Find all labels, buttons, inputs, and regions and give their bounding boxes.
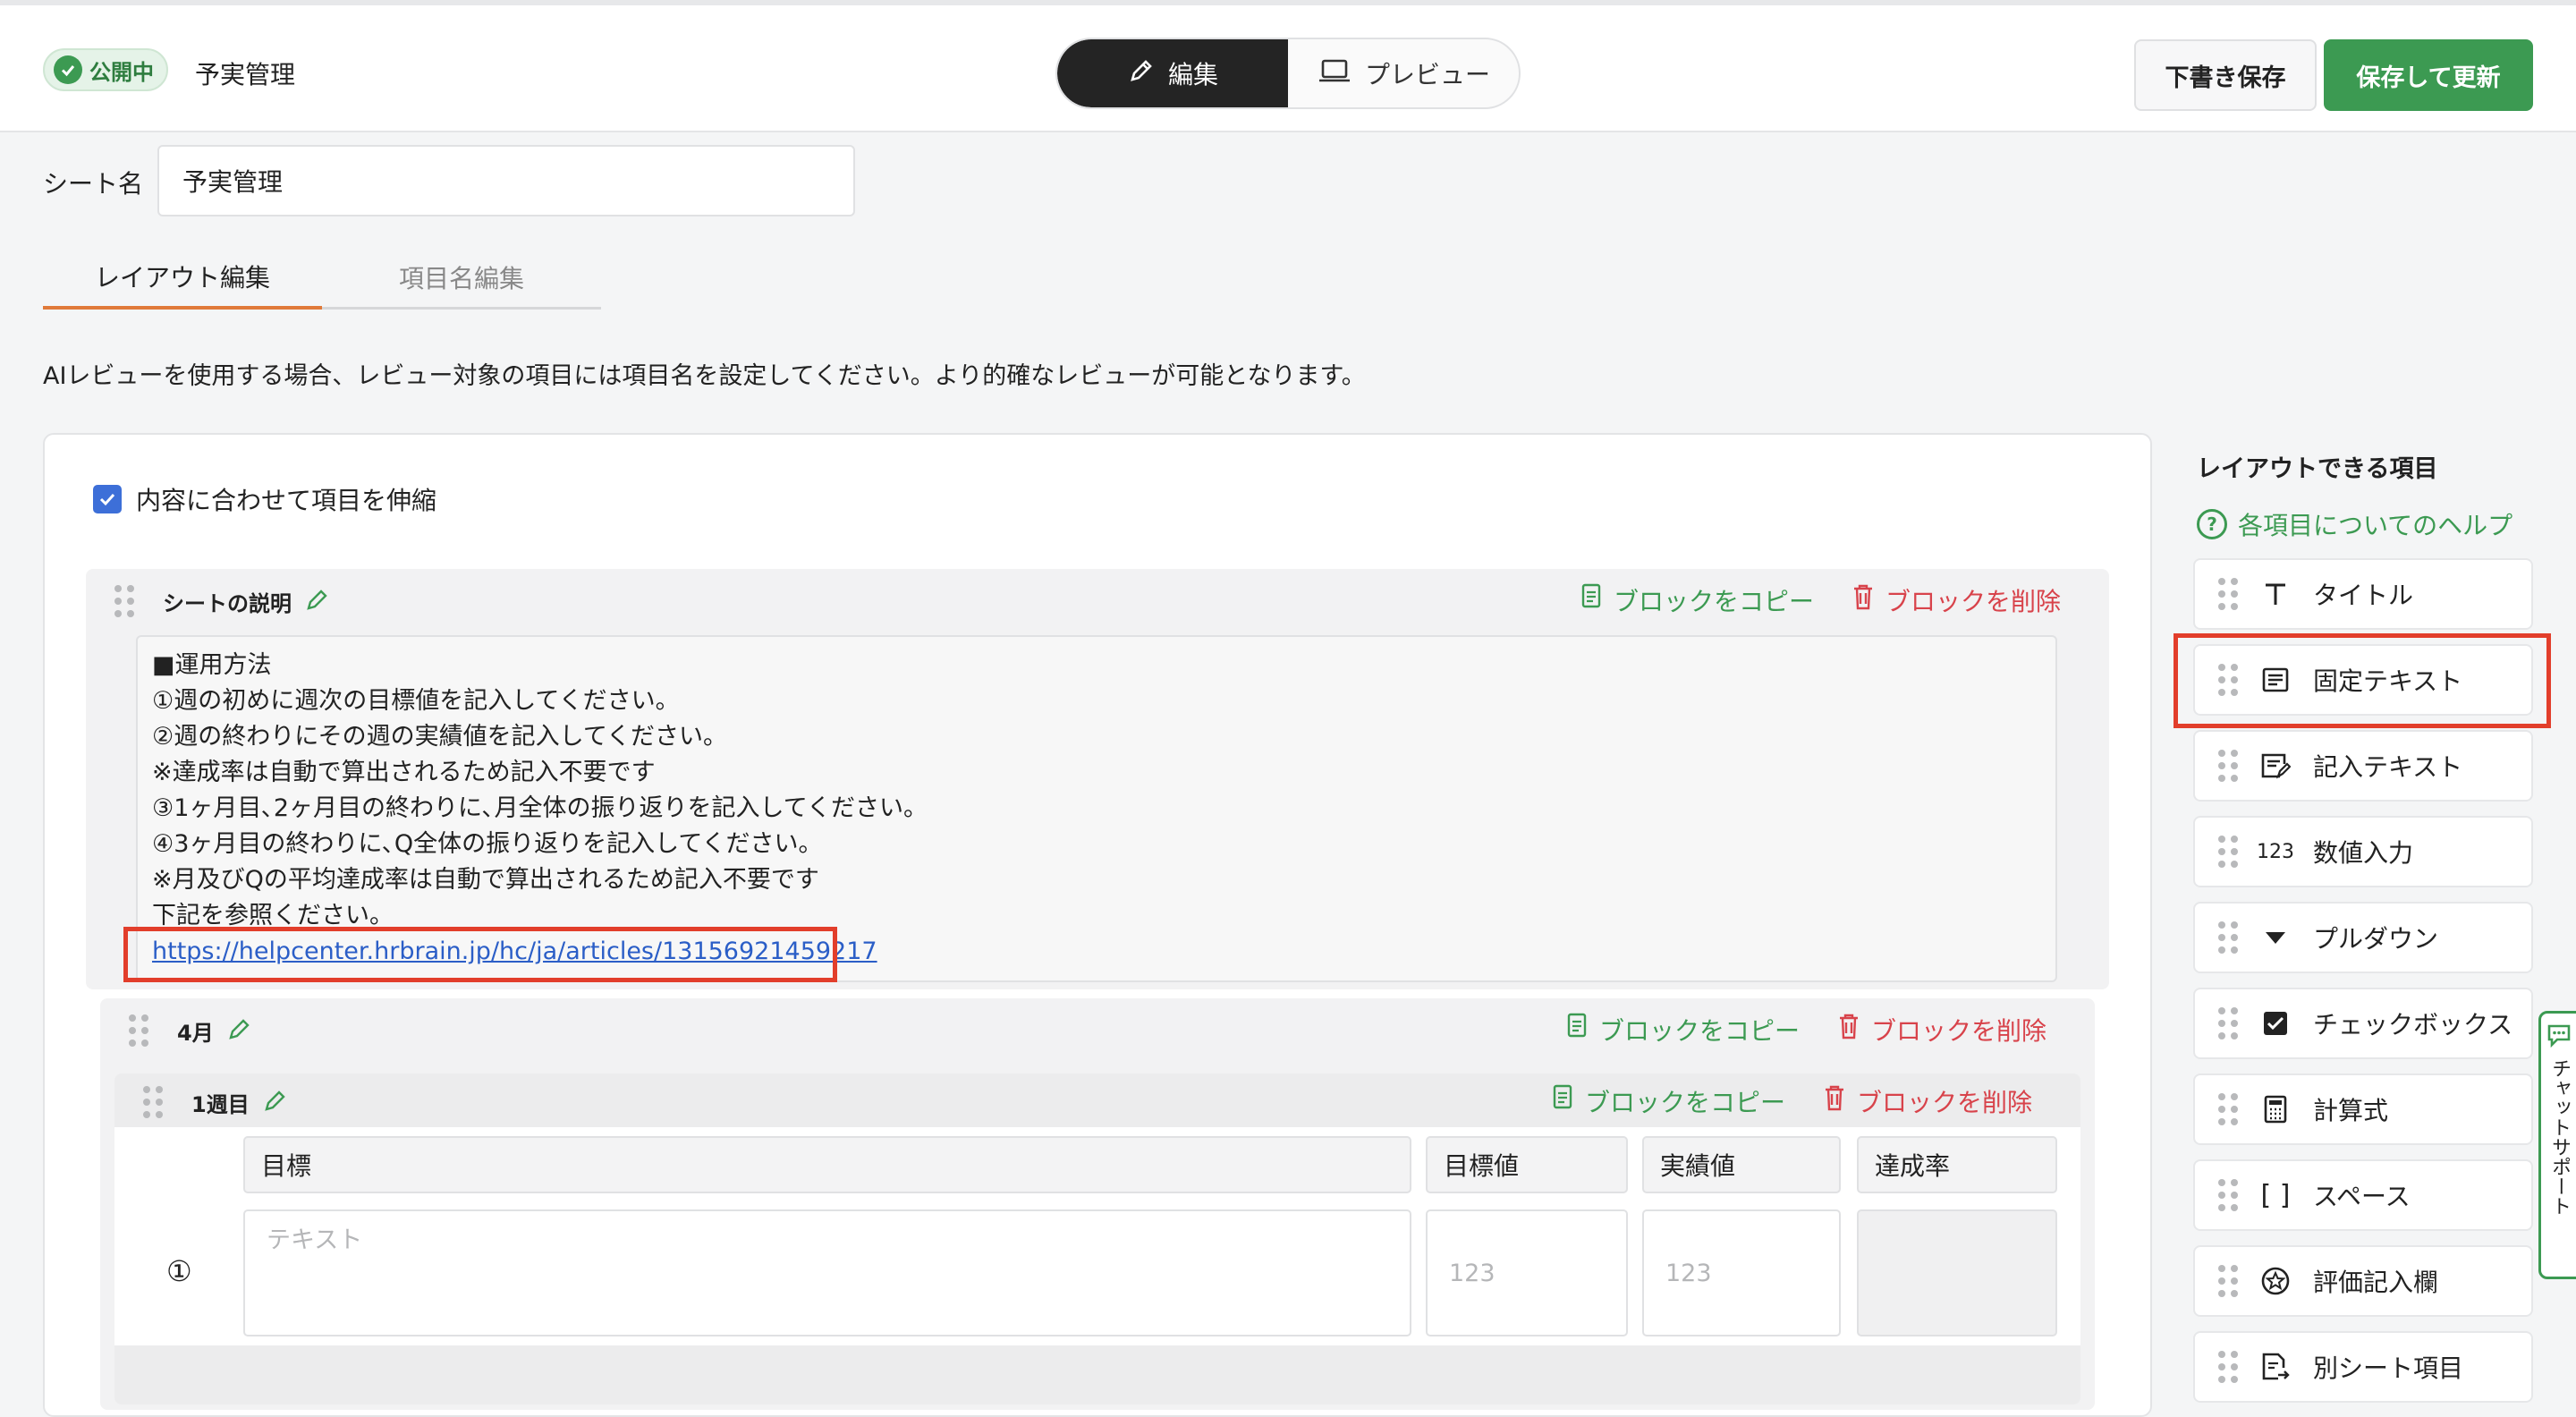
palette-item-other-sheet[interactable]: 別シート項目 [2193, 1331, 2533, 1403]
palette-item-input-text[interactable]: 記入テキスト [2193, 730, 2533, 802]
sheet-name-input[interactable]: 予実管理 [157, 145, 855, 216]
copy-icon [1549, 1082, 1576, 1119]
palette-item-checkbox[interactable]: チェックボックス [2193, 988, 2533, 1059]
mode-edit-button[interactable]: 編集 [1057, 39, 1288, 107]
palette-item-rating[interactable]: 評価記入欄 [2193, 1245, 2533, 1317]
description-block-actions: ブロックをコピー ブロックを削除 [1578, 581, 2061, 618]
chat-bubble-icon [2546, 1022, 2572, 1051]
drag-handle-icon[interactable] [129, 1014, 148, 1047]
calculator-icon [2258, 1095, 2293, 1124]
achievement-rate-cell [1857, 1209, 2057, 1336]
laptop-icon [1317, 56, 1352, 91]
status-badge: 公開中 [43, 48, 168, 91]
drag-handle-icon[interactable] [2218, 750, 2238, 782]
block-title: 4月 [177, 1020, 214, 1046]
space-icon: [ ] [2260, 1179, 2291, 1211]
save-update-button[interactable]: 保存して更新 [2324, 39, 2533, 111]
number-icon: 123 [2257, 840, 2294, 863]
pencil-icon [1127, 56, 1156, 91]
drag-handle-icon[interactable] [2218, 1351, 2238, 1383]
month-block-actions: ブロックをコピー ブロックを削除 [1563, 1011, 2046, 1048]
pencil-icon[interactable] [262, 1087, 289, 1117]
rating-icon [2258, 1266, 2293, 1296]
ai-review-notice: AIレビューを使用する場合、レビュー対象の項目には項目名を設定してください。より… [43, 362, 1366, 390]
column-header-goal: 目標 [243, 1136, 1411, 1193]
pencil-icon[interactable] [226, 1015, 253, 1046]
input-text-icon [2258, 751, 2293, 780]
block-title: シートの説明 [163, 590, 292, 616]
palette-item-formula[interactable]: 計算式 [2193, 1073, 2533, 1145]
description-block-header: シートの説明 [114, 583, 331, 619]
month-block-header: 4月 [129, 1013, 253, 1048]
check-circle-icon [54, 55, 82, 84]
palette-item-number[interactable]: 123 数値入力 [2193, 816, 2533, 887]
delete-block-button[interactable]: ブロックを削除 [1850, 581, 2061, 618]
drag-handle-icon[interactable] [2218, 1093, 2238, 1125]
edit-tabs: レイアウト編集 項目名編集 [43, 247, 601, 310]
week-block-header: 1週目 [143, 1084, 289, 1120]
drag-handle-icon[interactable] [2218, 1265, 2238, 1297]
draft-save-button[interactable]: 下書き保存 [2134, 39, 2317, 111]
drag-handle-icon[interactable] [2218, 921, 2238, 954]
sheet-name-label: シート名 [43, 169, 144, 199]
tab-item-name-edit[interactable]: 項目名編集 [322, 247, 601, 307]
chat-support-tab[interactable]: チャットサポート [2538, 1011, 2576, 1279]
title-icon [2258, 581, 2293, 607]
palette-item-space[interactable]: [ ] スペース [2193, 1159, 2533, 1231]
column-header-target-value: 目標値 [1426, 1136, 1628, 1193]
tab-layout-edit[interactable]: レイアウト編集 [43, 247, 322, 310]
delete-block-button[interactable]: ブロックを削除 [1835, 1011, 2046, 1048]
dropdown-icon [2258, 924, 2293, 951]
fit-content-option[interactable]: 内容に合わせて項目を伸縮 [93, 481, 436, 517]
copy-icon [1563, 1011, 1590, 1048]
drag-handle-icon[interactable] [114, 585, 134, 617]
copy-block-button[interactable]: ブロックをコピー [1563, 1011, 1800, 1048]
pencil-icon[interactable] [304, 586, 331, 616]
actual-value-input[interactable]: 123 [1642, 1209, 1841, 1336]
row-label: ① [166, 1254, 192, 1288]
header-bar: 公開中 予実管理 編集 プレビュー 下書き保存 保存して更新 [0, 5, 2576, 132]
mode-preview-button[interactable]: プレビュー [1288, 39, 1519, 107]
item-help-link[interactable]: ? 各項目についてのヘルプ [2197, 506, 2512, 542]
mode-toggle: 編集 プレビュー [1055, 38, 1521, 109]
copy-icon [1578, 581, 1605, 618]
fixed-text-highlight-box [2174, 633, 2551, 728]
other-sheet-icon [2258, 1352, 2293, 1382]
copy-block-button[interactable]: ブロックをコピー [1549, 1082, 1785, 1119]
drag-handle-icon[interactable] [143, 1086, 163, 1118]
checkbox-icon [2258, 1010, 2293, 1037]
block-title: 1週目 [191, 1091, 250, 1117]
status-badge-label: 公開中 [89, 59, 154, 85]
drag-handle-icon[interactable] [2218, 836, 2238, 868]
target-value-input[interactable]: 123 [1426, 1209, 1628, 1336]
week-block-actions: ブロックをコピー ブロックを削除 [1549, 1082, 2032, 1119]
column-header-achievement-rate: 達成率 [1857, 1136, 2057, 1193]
checkbox-checked-icon[interactable] [93, 485, 122, 513]
trash-icon [1835, 1011, 1862, 1048]
palette-item-dropdown[interactable]: プルダウン [2193, 902, 2533, 973]
drag-handle-icon[interactable] [2218, 578, 2238, 610]
delete-block-button[interactable]: ブロックを削除 [1821, 1082, 2032, 1119]
trash-icon [1850, 581, 1877, 618]
sidebar-title: レイアウトできる項目 [2197, 455, 2438, 483]
page-title: 予実管理 [195, 60, 296, 89]
link-highlight-box [123, 927, 837, 982]
column-header-actual-value: 実績値 [1642, 1136, 1841, 1193]
copy-block-button[interactable]: ブロックをコピー [1578, 581, 1814, 618]
goal-text-input[interactable]: テキスト [243, 1209, 1411, 1336]
question-circle-icon: ? [2197, 509, 2227, 539]
drag-handle-icon[interactable] [2218, 1007, 2238, 1039]
palette-item-title[interactable]: タイトル [2193, 558, 2533, 630]
trash-icon [1821, 1082, 1848, 1119]
drag-handle-icon[interactable] [2218, 1179, 2238, 1211]
